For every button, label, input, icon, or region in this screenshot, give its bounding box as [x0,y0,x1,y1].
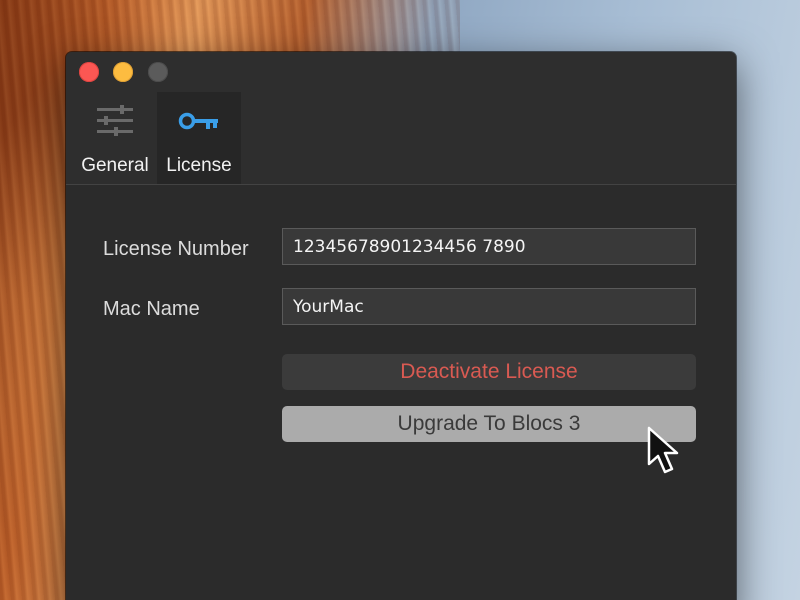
key-icon [178,104,220,143]
minimize-window-button[interactable] [113,62,133,82]
mouse-pointer-icon [646,426,680,481]
upgrade-button[interactable]: Upgrade To Blocs 3 [282,406,696,442]
sliders-icon [96,104,134,143]
desktop-background: General License License Number Mac Name … [0,0,800,600]
license-number-field[interactable] [282,228,696,265]
mac-name-label: Mac Name [103,298,200,320]
mac-name-field[interactable] [282,288,696,325]
close-window-button[interactable] [79,62,99,82]
tab-license[interactable]: License [157,92,241,184]
preferences-window: General License License Number Mac Name … [66,52,736,600]
zoom-window-button [148,62,168,82]
toolbar: General License [66,52,736,185]
deactivate-license-button[interactable]: Deactivate License [282,354,696,390]
tab-general-label: General [81,155,149,176]
tab-license-label: License [166,155,232,176]
license-number-label: License Number [103,238,249,260]
tab-general[interactable]: General [76,92,154,184]
